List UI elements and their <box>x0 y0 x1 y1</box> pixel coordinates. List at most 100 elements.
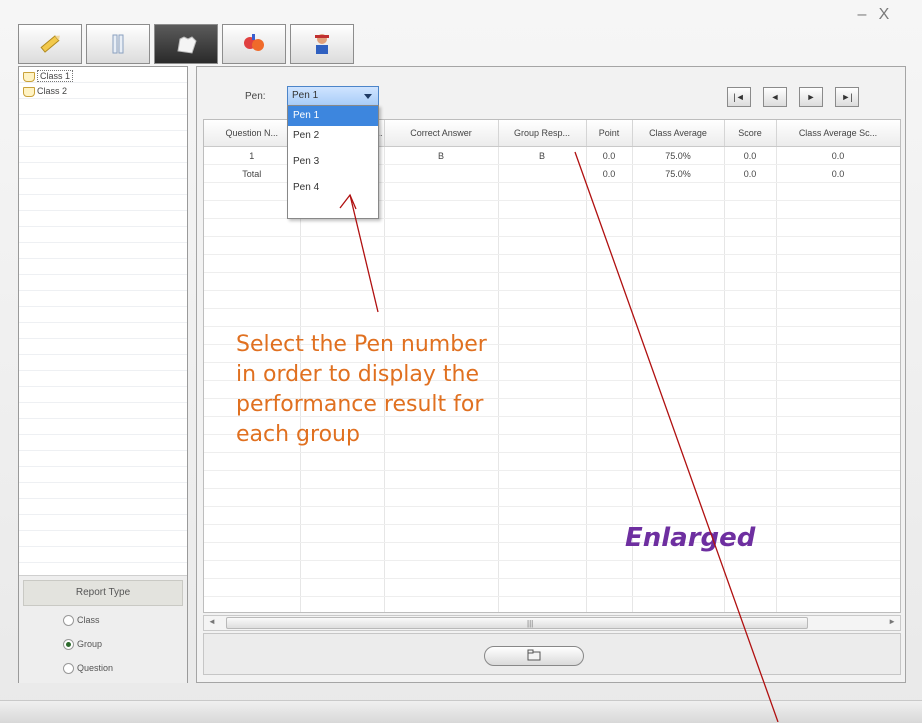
annotation-line: each group <box>236 422 360 447</box>
radio-button[interactable] <box>63 663 74 675</box>
table-cell: B <box>498 146 587 165</box>
title-bar: – X <box>0 0 922 26</box>
table-cell: 0.0 <box>724 146 777 165</box>
table-row <box>204 596 900 612</box>
pencil-icon <box>40 35 60 53</box>
user-icon <box>315 34 329 54</box>
pen-option[interactable]: Pen 3 <box>288 152 378 178</box>
minimize-button[interactable]: – <box>852 6 872 24</box>
table-cell: 0.0 <box>776 146 900 165</box>
table-cell: 75.0% <box>632 146 725 165</box>
previous-icon: ◄ <box>770 92 780 102</box>
skip-first-icon: |◄ <box>733 92 745 102</box>
scrollbar-thumb[interactable]: ||| <box>226 617 808 629</box>
table-row <box>204 488 900 507</box>
skip-last-icon: ►| <box>841 92 853 102</box>
table-cell: 0.0 <box>776 164 900 183</box>
table-row <box>204 452 900 471</box>
first-button[interactable]: |◄ <box>727 87 751 107</box>
column-header[interactable]: Question N... <box>204 120 301 147</box>
folder-icon <box>527 649 541 661</box>
tree-item-label: Class 2 <box>37 86 68 96</box>
table-cell: 0.0 <box>586 146 633 165</box>
table-cell: Total <box>204 164 301 183</box>
radio-class[interactable]: Class <box>63 612 100 628</box>
tab-gloves[interactable] <box>222 24 286 64</box>
tree-item-class-2[interactable]: Class 2 <box>23 84 67 99</box>
table-cell <box>498 164 587 183</box>
column-header[interactable]: Point <box>586 120 633 147</box>
report-type-title: Report Type <box>23 580 183 606</box>
scroll-left-icon[interactable]: ◄ <box>208 617 216 626</box>
table-row <box>204 308 900 327</box>
table-row <box>204 272 900 291</box>
annotation-line: performance result for <box>236 392 484 417</box>
tab-pencil[interactable] <box>18 24 82 64</box>
pen-option[interactable]: Pen 2 <box>288 126 378 152</box>
column-header[interactable]: Class Average Sc... <box>776 120 900 147</box>
table-row <box>204 290 900 309</box>
table-cell <box>384 164 499 183</box>
table-row <box>204 254 900 273</box>
status-bar <box>0 700 922 723</box>
radio-button[interactable] <box>63 615 74 627</box>
tab-hand[interactable] <box>154 24 218 64</box>
table-row <box>204 578 900 597</box>
pen-dropdown: Pen 1 Pen 2 Pen 3 Pen 4 <box>287 105 379 219</box>
pen-option[interactable]: Pen 4 <box>288 178 378 204</box>
pen-select[interactable]: Pen 1 <box>287 86 379 106</box>
tree-item-class-1[interactable]: Class 1 <box>23 69 74 84</box>
annotation-line: Select the Pen number <box>236 332 487 357</box>
hand-icon <box>177 36 197 54</box>
radio-label: Question <box>77 663 114 673</box>
column-header[interactable]: Class Average <box>632 120 725 147</box>
close-button[interactable]: X <box>874 6 894 24</box>
chevron-down-icon <box>364 94 372 99</box>
pen-label: Pen: <box>245 91 266 102</box>
tree-item-label: Class 1 <box>37 70 74 82</box>
last-button[interactable]: ►| <box>835 87 859 107</box>
column-header[interactable]: Score <box>724 120 777 147</box>
table-row <box>204 236 900 255</box>
class-panel: Class 1 Class 2 Report Type Class Group … <box>18 66 188 683</box>
radio-label: Group <box>77 639 103 649</box>
table-cell: 0.0 <box>586 164 633 183</box>
previous-button[interactable]: ◄ <box>763 87 787 107</box>
annotation-line: in order to display the <box>236 362 479 387</box>
table-row <box>204 506 900 525</box>
pen-select-value: Pen 1 <box>292 90 319 101</box>
footer-bar <box>203 633 901 675</box>
pen-option[interactable]: Pen 1 <box>288 106 378 126</box>
next-icon: ► <box>806 92 816 102</box>
column-header[interactable]: Group Resp... <box>498 120 587 147</box>
table-row <box>204 218 900 237</box>
class-icon <box>23 86 35 97</box>
table-cell: 1 <box>204 146 301 165</box>
toolbar-tabs <box>18 24 363 64</box>
tab-user[interactable] <box>290 24 354 64</box>
radio-button[interactable] <box>63 639 74 651</box>
horizontal-scrollbar[interactable]: ◄ ||| ► <box>203 615 901 631</box>
navigation-buttons: |◄ ◄ ► ►| <box>727 87 877 107</box>
tab-bottle[interactable] <box>86 24 150 64</box>
column-header[interactable]: Correct Answer <box>384 120 499 147</box>
grip-icon: ||| <box>527 619 534 628</box>
radio-label: Class <box>77 615 100 625</box>
class-icon <box>23 71 35 82</box>
radio-question[interactable]: Question <box>63 660 113 676</box>
radio-group[interactable]: Group <box>63 636 102 652</box>
enlarged-label: Enlarged <box>625 523 756 553</box>
save-button[interactable] <box>484 646 584 666</box>
bottle-icon <box>112 34 124 54</box>
scroll-right-icon[interactable]: ► <box>888 617 896 626</box>
table-row <box>204 560 900 579</box>
class-tree: Class 1 Class 2 <box>19 67 187 567</box>
table-row <box>204 470 900 489</box>
table-cell: B <box>384 146 499 165</box>
table-cell: 75.0% <box>632 164 725 183</box>
table-row <box>204 542 900 561</box>
next-button[interactable]: ► <box>799 87 823 107</box>
table-row <box>204 524 900 543</box>
report-type-section: Report Type Class Group Question <box>19 575 187 683</box>
table-cell: 0.0 <box>724 164 777 183</box>
